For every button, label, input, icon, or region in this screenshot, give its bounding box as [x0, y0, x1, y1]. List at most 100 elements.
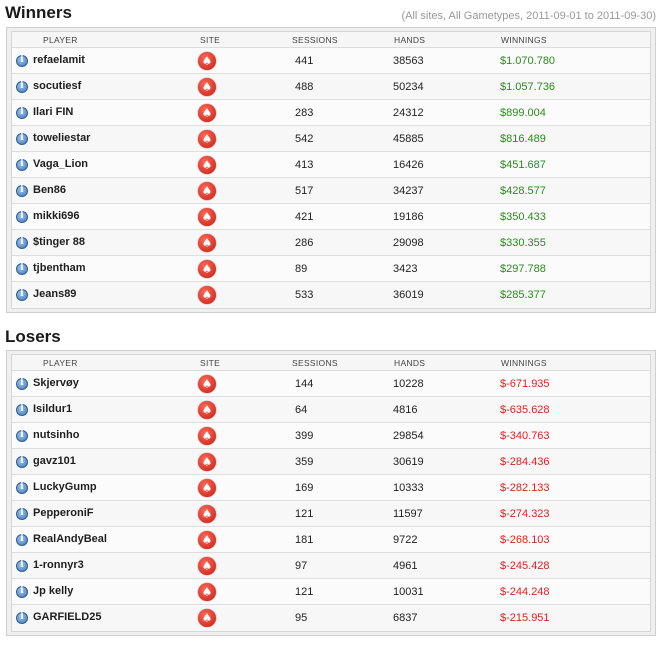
winnings-value: $-244.248	[500, 586, 550, 598]
sessions-value: 488	[295, 81, 314, 93]
table-row: GARFIELD25 95 6837 $-215.951	[12, 605, 650, 631]
player-name-link[interactable]: mikki696	[33, 210, 79, 222]
player-name-link[interactable]: Jp kelly	[33, 585, 73, 597]
winnings-value: $330.355	[500, 237, 546, 249]
winnings-value: $350.433	[500, 211, 546, 223]
hands-value: 4961	[393, 560, 418, 572]
player-name-link[interactable]: nutsinho	[33, 429, 79, 441]
winners-header: Winners (All sites, All Gametypes, 2011-…	[0, 3, 660, 27]
player-name-link[interactable]: RealAndyBeal	[33, 533, 107, 545]
hands-value: 29098	[393, 237, 424, 249]
col-winnings[interactable]: WINNINGS	[501, 358, 547, 368]
sessions-value: 181	[295, 534, 314, 546]
info-icon[interactable]	[16, 185, 28, 197]
info-icon[interactable]	[16, 612, 28, 624]
hands-value: 30619	[393, 456, 424, 468]
player-name-link[interactable]: Isildur1	[33, 403, 72, 415]
pokerstars-spade-icon	[198, 260, 216, 278]
winnings-value: $-671.935	[500, 378, 550, 390]
winners-rows: refaelamit 441 38563 $1.070.780 socutiesf 488…	[12, 48, 650, 308]
info-icon[interactable]	[16, 289, 28, 301]
sessions-value: 399	[295, 430, 314, 442]
col-hands[interactable]: HANDS	[394, 35, 425, 45]
pokerstars-spade-icon	[198, 104, 216, 122]
col-hands[interactable]: HANDS	[394, 358, 425, 368]
winnings-value: $-635.628	[500, 404, 550, 416]
table-row: toweliestar 542 45885 $816.489	[12, 126, 650, 152]
col-sessions[interactable]: SESSIONS	[292, 358, 338, 368]
col-sessions[interactable]: SESSIONS	[292, 35, 338, 45]
info-icon[interactable]	[16, 263, 28, 275]
pokerstars-spade-icon	[198, 156, 216, 174]
info-icon[interactable]	[16, 81, 28, 93]
hands-value: 38563	[393, 55, 424, 67]
sessions-value: 169	[295, 482, 314, 494]
sessions-value: 441	[295, 55, 314, 67]
player-name-link[interactable]: $tinger 88	[33, 236, 85, 248]
pokerstars-spade-icon	[198, 234, 216, 252]
col-player[interactable]: PLAYER	[43, 35, 78, 45]
info-icon[interactable]	[16, 211, 28, 223]
table-row: refaelamit 441 38563 $1.070.780	[12, 48, 650, 74]
pokerstars-spade-icon	[198, 479, 216, 497]
player-name-link[interactable]: 1-ronnyr3	[33, 559, 84, 571]
info-icon[interactable]	[16, 508, 28, 520]
player-name-link[interactable]: Skjervøy	[33, 377, 79, 389]
info-icon[interactable]	[16, 560, 28, 572]
winners-panel: PLAYER SITE SESSIONS HANDS WINNINGS refa…	[6, 27, 656, 313]
player-name-link[interactable]: refaelamit	[33, 54, 85, 66]
winners-table-header: PLAYER SITE SESSIONS HANDS WINNINGS	[12, 32, 650, 48]
player-name-link[interactable]: socutiesf	[33, 80, 81, 92]
sessions-value: 413	[295, 159, 314, 171]
player-name-link[interactable]: Vaga_Lion	[33, 158, 88, 170]
pokerstars-spade-icon	[198, 583, 216, 601]
info-icon[interactable]	[16, 159, 28, 171]
info-icon[interactable]	[16, 378, 28, 390]
table-row: Isildur1 64 4816 $-635.628	[12, 397, 650, 423]
winnings-value: $1.057.736	[500, 81, 556, 93]
info-icon[interactable]	[16, 430, 28, 442]
winnings-value: $-282.133	[500, 482, 550, 494]
hands-value: 6837	[393, 612, 418, 624]
sessions-value: 283	[295, 107, 314, 119]
sessions-value: 421	[295, 211, 314, 223]
table-row: gavz101 359 30619 $-284.436	[12, 449, 650, 475]
info-icon[interactable]	[16, 456, 28, 468]
info-icon[interactable]	[16, 237, 28, 249]
player-name-link[interactable]: PepperoniF	[33, 507, 94, 519]
table-row: PepperoniF 121 11597 $-274.323	[12, 501, 650, 527]
col-player[interactable]: PLAYER	[43, 358, 78, 368]
sessions-value: 533	[295, 289, 314, 301]
pokerstars-spade-icon	[198, 182, 216, 200]
col-winnings[interactable]: WINNINGS	[501, 35, 547, 45]
player-name-link[interactable]: gavz101	[33, 455, 76, 467]
player-name-link[interactable]: Jeans89	[33, 288, 76, 300]
hands-value: 45885	[393, 133, 424, 145]
info-icon[interactable]	[16, 107, 28, 119]
col-site[interactable]: SITE	[200, 35, 220, 45]
info-icon[interactable]	[16, 133, 28, 145]
winners-table: PLAYER SITE SESSIONS HANDS WINNINGS refa…	[11, 31, 651, 309]
winnings-value: $816.489	[500, 133, 546, 145]
hands-value: 24312	[393, 107, 424, 119]
sessions-value: 64	[295, 404, 308, 416]
sessions-value: 95	[295, 612, 308, 624]
info-icon[interactable]	[16, 586, 28, 598]
col-site[interactable]: SITE	[200, 358, 220, 368]
player-name-link[interactable]: toweliestar	[33, 132, 90, 144]
table-row: Ben86 517 34237 $428.577	[12, 178, 650, 204]
player-name-link[interactable]: tjbentham	[33, 262, 86, 274]
player-name-link[interactable]: LuckyGump	[33, 481, 97, 493]
info-icon[interactable]	[16, 55, 28, 67]
info-icon[interactable]	[16, 404, 28, 416]
player-name-link[interactable]: Ben86	[33, 184, 66, 196]
info-icon[interactable]	[16, 482, 28, 494]
hands-value: 19186	[393, 211, 424, 223]
player-name-link[interactable]: GARFIELD25	[33, 611, 101, 623]
losers-header: Losers	[0, 327, 660, 351]
winnings-value: $285.377	[500, 289, 546, 301]
pokerstars-spade-icon	[198, 52, 216, 70]
info-icon[interactable]	[16, 534, 28, 546]
hands-value: 50234	[393, 81, 424, 93]
player-name-link[interactable]: Ilari FIN	[33, 106, 73, 118]
